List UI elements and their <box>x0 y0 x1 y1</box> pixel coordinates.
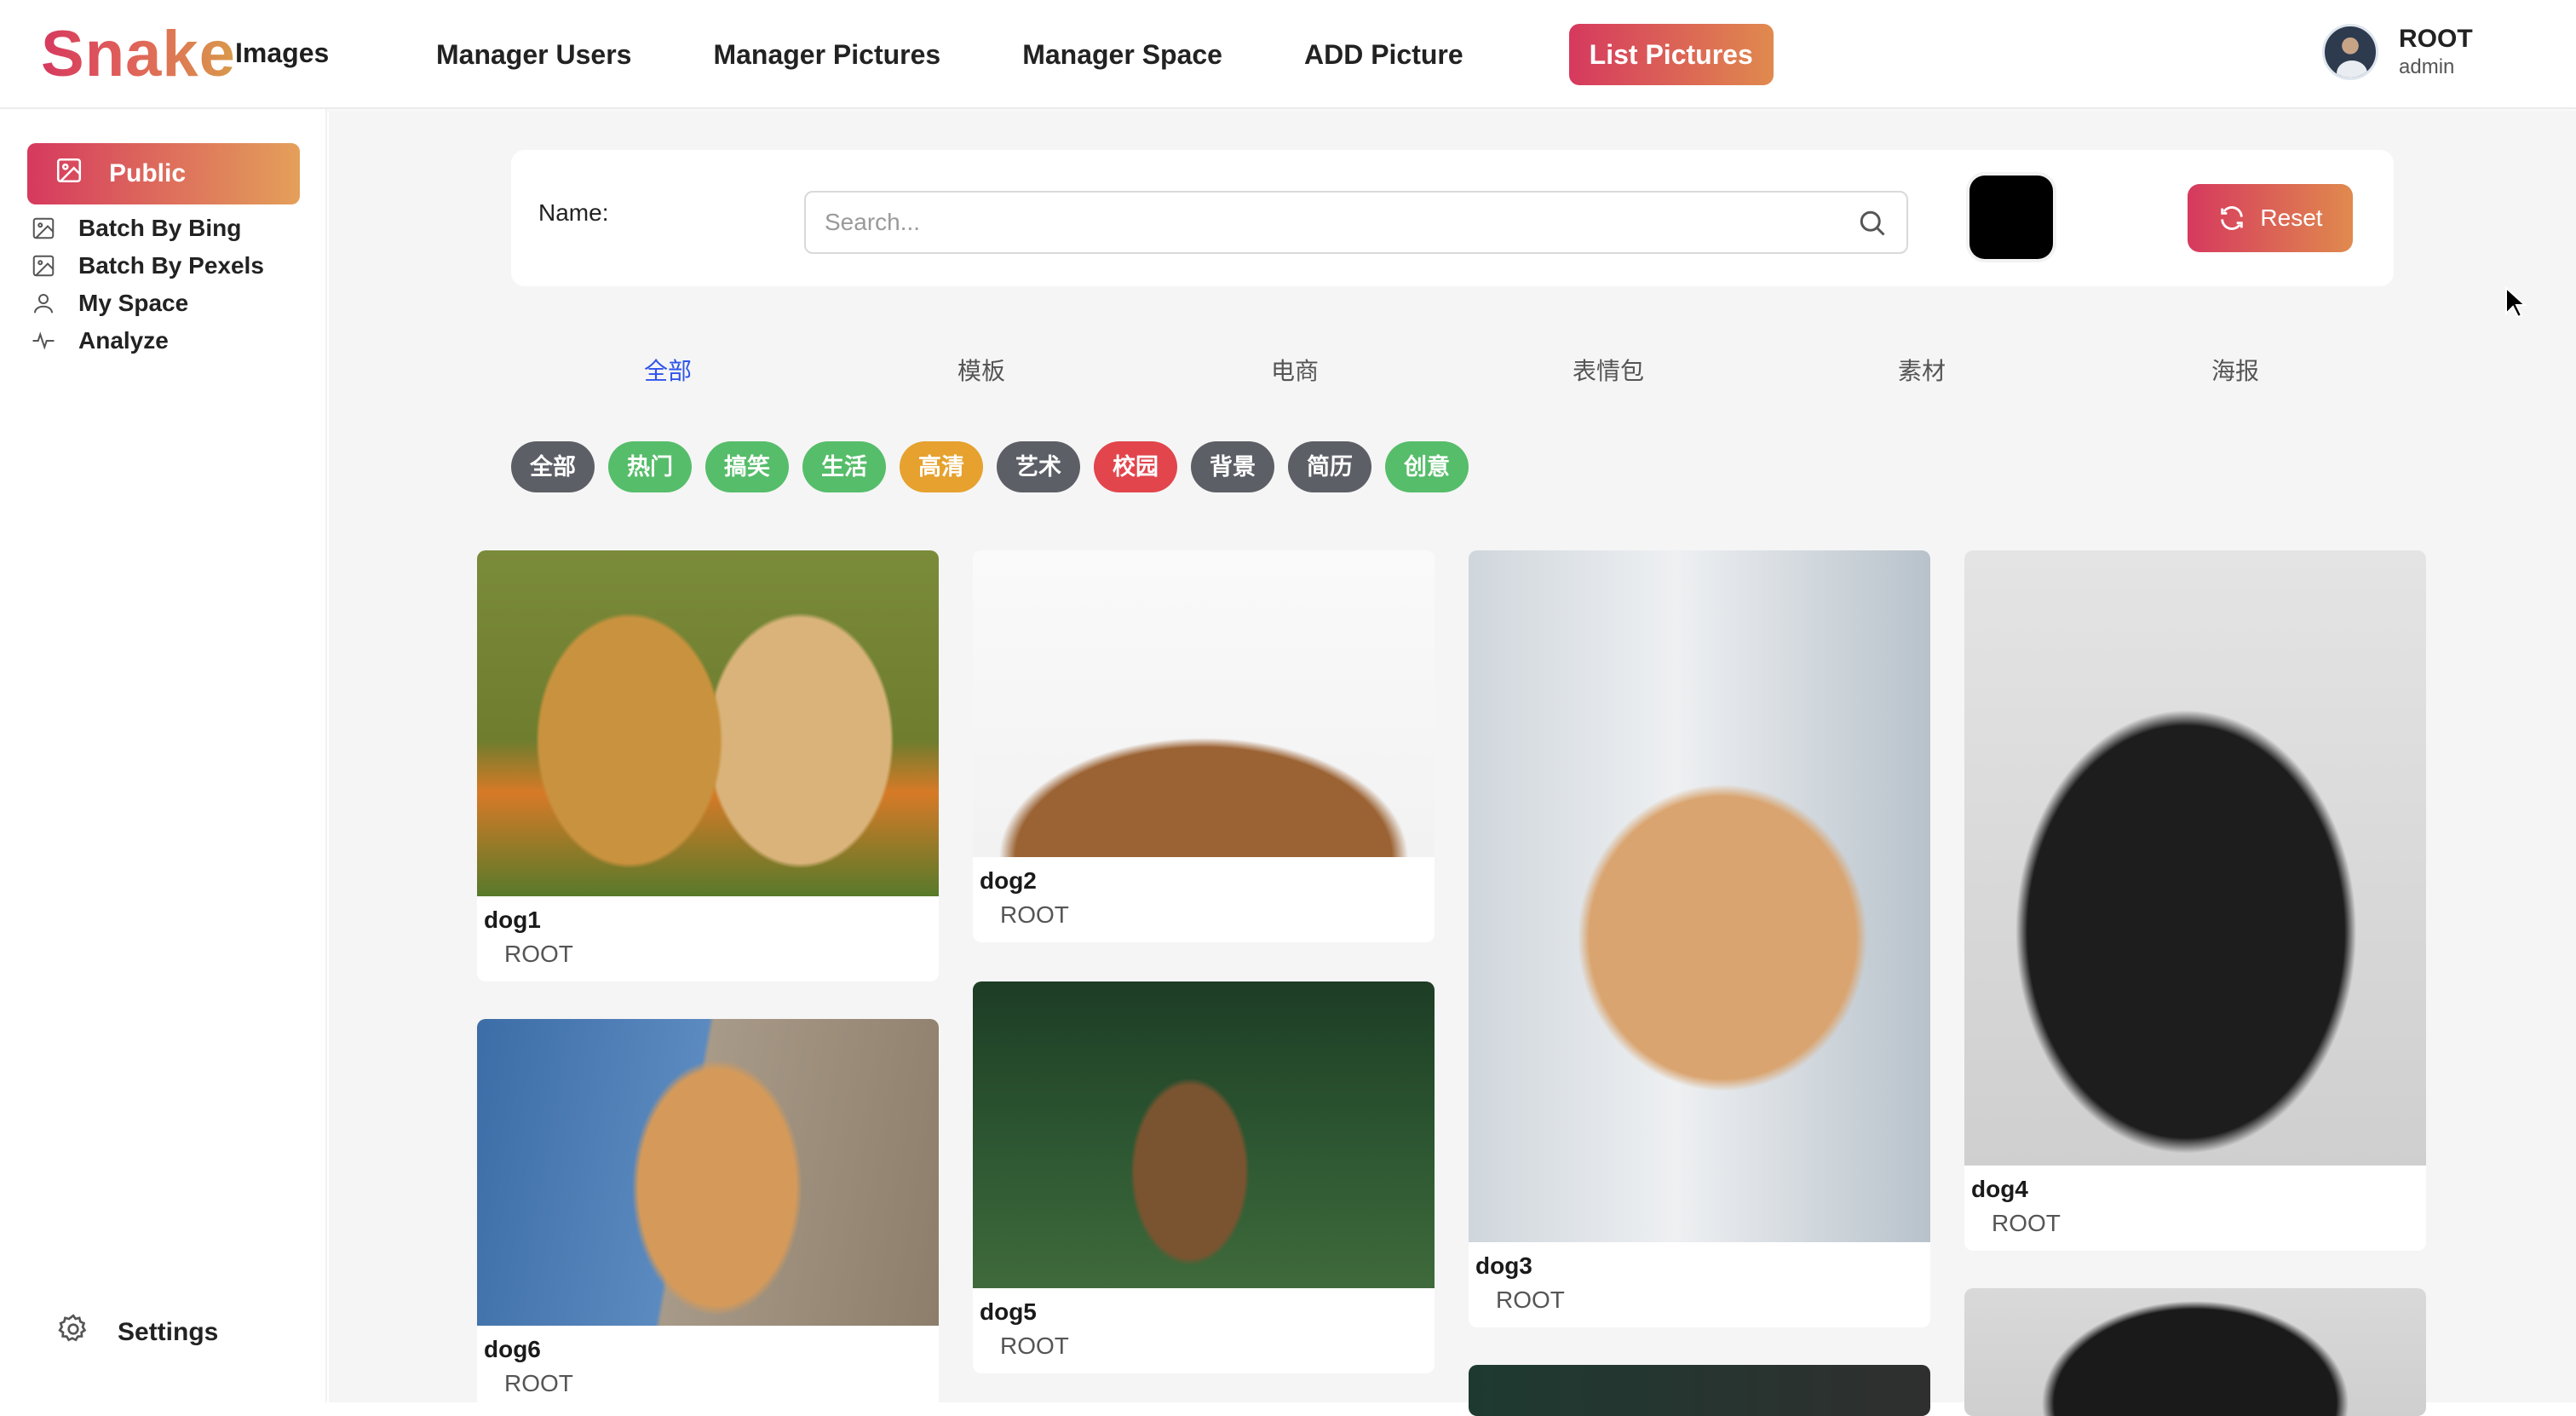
user-role: admin <box>2399 55 2455 78</box>
sidebar-item-analyze[interactable]: Analyze <box>31 322 264 360</box>
picture-card[interactable]: dog3 ROOT <box>1469 550 1930 1327</box>
refresh-icon <box>2217 204 2246 233</box>
mouse-cursor-icon <box>2505 286 2527 319</box>
tab-template[interactable]: 模板 <box>957 353 1005 387</box>
nav-list-pictures[interactable]: List Pictures <box>1568 24 1774 85</box>
picture-owner: ROOT <box>504 1370 573 1396</box>
picture-owner: ROOT <box>1496 1286 1565 1313</box>
picture-thumbnail[interactable] <box>973 981 1435 1288</box>
picture-owner: ROOT <box>1992 1210 2061 1236</box>
picture-owner: ROOT <box>1000 901 1069 928</box>
picture-card[interactable]: dog2 ROOT <box>973 550 1435 942</box>
picture-title: dog6 <box>484 1336 541 1362</box>
top-header: Snake Images Manager Users Manager Pictu… <box>0 0 2576 109</box>
picture-thumbnail[interactable] <box>477 1019 939 1326</box>
picture-thumbnail[interactable] <box>1469 550 1930 1242</box>
tab-all[interactable]: 全部 <box>644 353 692 387</box>
user-name: ROOT <box>2399 25 2473 53</box>
sidebar-item-batch-by-pexels[interactable]: Batch By Pexels <box>31 247 264 285</box>
nav-manager-space[interactable]: Manager Space <box>1002 24 1243 85</box>
pulse-icon <box>31 328 56 354</box>
sidebar-item-label: Analyze <box>78 327 169 354</box>
nav-manager-users[interactable]: Manager Users <box>436 24 652 85</box>
sidebar-item-label: Public <box>109 159 187 187</box>
sidebar: Public Batch By Bing Batch By Pexels My … <box>0 109 327 1402</box>
image-icon <box>31 253 56 279</box>
picture-thumbnail[interactable] <box>477 550 939 896</box>
picture-owner: ROOT <box>1000 1333 1069 1359</box>
picture-title: dog1 <box>484 907 541 933</box>
tag-chip[interactable]: 生活 <box>802 441 886 492</box>
main-nav: Manager Users Manager Pictures Manager S… <box>436 24 1814 85</box>
settings-label: Settings <box>118 1318 219 1346</box>
picture-card[interactable]: dog4 ROOT <box>1964 550 2426 1251</box>
picture-title: dog5 <box>980 1298 1037 1325</box>
tag-chip[interactable]: 创意 <box>1385 441 1469 492</box>
tag-chip[interactable]: 热门 <box>608 441 692 492</box>
search-panel: Name: Reset <box>511 150 2394 286</box>
sidebar-item-batch-by-bing[interactable]: Batch By Bing <box>31 210 264 247</box>
tab-poster[interactable]: 海报 <box>2211 353 2259 387</box>
tag-chip[interactable]: 简历 <box>1288 441 1371 492</box>
tag-chip[interactable]: 全部 <box>511 441 595 492</box>
picture-thumbnail[interactable] <box>1964 1288 2426 1416</box>
search-input[interactable] <box>806 197 1811 248</box>
sidebar-item-public[interactable]: Public <box>27 143 300 204</box>
picture-card[interactable]: dog6 ROOT <box>477 1019 939 1411</box>
reset-label: Reset <box>2260 204 2323 231</box>
user-menu[interactable]: ROOT admin <box>2322 24 2473 80</box>
nav-manager-pictures[interactable]: Manager Pictures <box>693 24 961 85</box>
picture-card[interactable] <box>1964 1288 2426 1416</box>
avatar[interactable] <box>2322 24 2378 80</box>
app-logo-subtitle: Images <box>235 37 330 68</box>
tag-chip[interactable]: 艺术 <box>997 441 1080 492</box>
tab-material[interactable]: 素材 <box>1898 353 1946 387</box>
nav-add-picture[interactable]: ADD Picture <box>1284 24 1484 85</box>
color-picker[interactable] <box>1969 176 2053 259</box>
tag-chip[interactable]: 搞笑 <box>705 441 789 492</box>
category-tabs: 全部 模板 电商 表情包 素材 海报 <box>329 353 2576 397</box>
picture-card[interactable] <box>1469 1365 1930 1416</box>
sidebar-item-label: My Space <box>78 290 189 316</box>
picture-card[interactable]: dog1 ROOT <box>477 550 939 981</box>
image-icon <box>31 216 56 241</box>
tag-chip[interactable]: 校园 <box>1094 441 1177 492</box>
name-label: Name: <box>538 199 609 226</box>
picture-owner: ROOT <box>504 941 573 967</box>
picture-thumbnail[interactable] <box>1469 1365 1930 1416</box>
user-icon <box>31 291 56 316</box>
picture-title: dog2 <box>980 867 1037 894</box>
sidebar-item-my-space[interactable]: My Space <box>31 285 264 322</box>
image-icon <box>55 156 83 192</box>
settings-button[interactable]: Settings <box>56 1312 218 1353</box>
picture-thumbnail[interactable] <box>1964 550 2426 1166</box>
tag-chip[interactable]: 高清 <box>900 441 983 492</box>
tab-ecommerce[interactable]: 电商 <box>1271 353 1319 387</box>
reset-button[interactable]: Reset <box>2188 184 2353 252</box>
gear-icon <box>56 1312 90 1353</box>
search-icon[interactable] <box>1857 208 1888 243</box>
picture-title: dog3 <box>1475 1252 1532 1279</box>
sidebar-item-label: Batch By Bing <box>78 215 242 241</box>
sidebar-list: Batch By Bing Batch By Pexels My Space A… <box>31 210 264 360</box>
picture-card[interactable]: dog5 ROOT <box>973 981 1435 1373</box>
tag-filter: 全部 热门 搞笑 生活 高清 艺术 校园 背景 简历 创意 <box>511 441 1482 492</box>
tag-chip[interactable]: 背景 <box>1191 441 1274 492</box>
sidebar-item-label: Batch By Pexels <box>78 252 264 279</box>
search-box[interactable] <box>804 191 1908 254</box>
tab-emoji[interactable]: 表情包 <box>1573 353 1644 387</box>
main-content: Name: Reset 全部 模板 电商 表情包 素材 海报 <box>329 111 2576 1416</box>
app-logo[interactable]: Snake <box>41 17 236 92</box>
picture-thumbnail[interactable] <box>973 550 1435 857</box>
picture-title: dog4 <box>1971 1176 2028 1202</box>
